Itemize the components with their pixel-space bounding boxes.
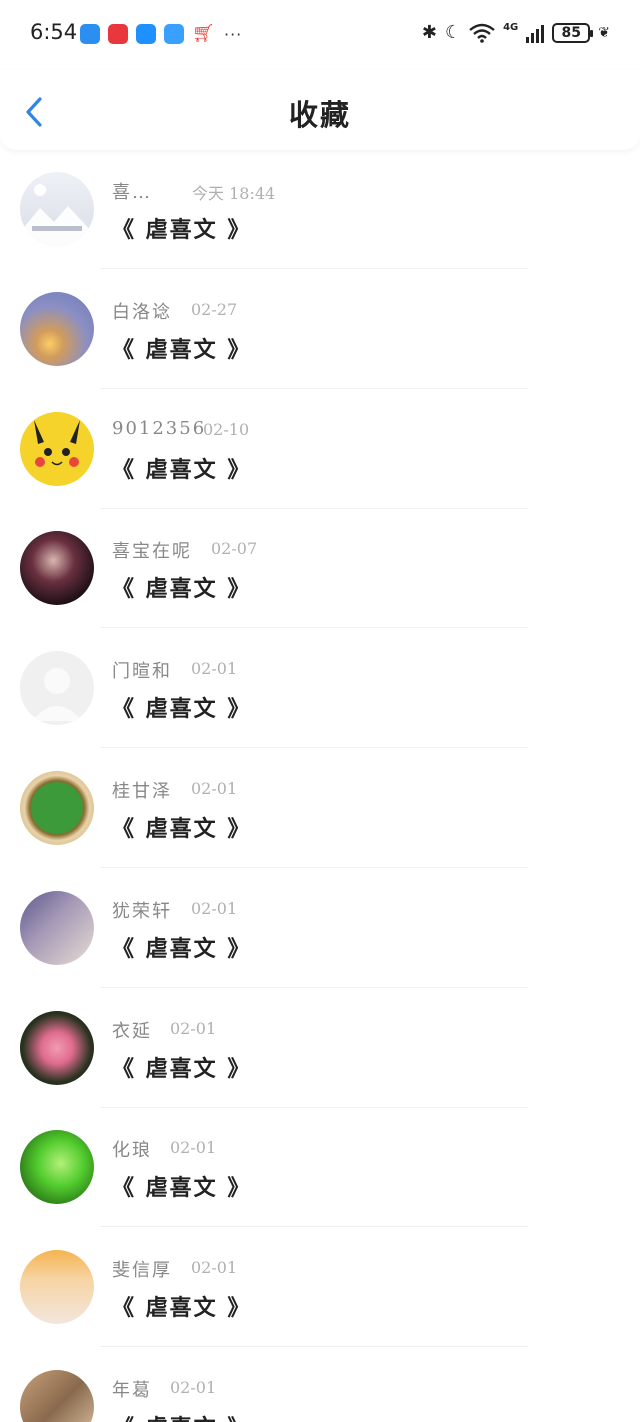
item-author: 衣延 — [112, 1020, 152, 1042]
moon-icon: ☾ — [444, 22, 462, 43]
avatar[interactable] — [20, 1369, 94, 1422]
weather-app-icon — [164, 24, 184, 44]
item-date: 02-01 — [191, 659, 238, 679]
wifi-icon — [469, 23, 495, 43]
avatar[interactable] — [20, 651, 94, 726]
item-author: 桂甘泽 — [112, 780, 172, 802]
status-bar: 6:54 🛒︎ ··· ✱ ☾ 4G 85 ❦ — [0, 0, 640, 70]
item-title: 《 虐喜文 》 — [112, 1055, 252, 1082]
avatar[interactable] — [20, 411, 94, 486]
shopping-app-icon — [108, 24, 128, 44]
list-item[interactable]: 桂甘泽 02-01 《 虐喜文 》 — [0, 749, 640, 869]
pikachu-icon — [34, 419, 80, 467]
signal-icon — [526, 23, 545, 43]
item-date: 02-01 — [170, 1018, 217, 1038]
item-title: 《 虐喜文 》 — [112, 815, 252, 842]
avatar[interactable] — [20, 291, 94, 366]
item-author: 喜宝在呢 — [112, 541, 192, 563]
avatar[interactable] — [20, 890, 94, 965]
item-author: 9012356 — [112, 417, 207, 439]
item-author: 喜… — [112, 182, 152, 203]
list-item[interactable]: 9012356 02-10 《 虐喜文 》 — [0, 390, 640, 510]
image-placeholder-icon — [20, 184, 94, 246]
list-item[interactable]: 喜宝在呢 02-07 《 虐喜文 》 — [0, 509, 640, 629]
list-item[interactable]: 衣延 02-01 《 虐喜文 》 — [0, 989, 640, 1109]
item-date: 02-10 — [203, 419, 250, 439]
avatar[interactable] — [20, 770, 94, 845]
item-author: 年葛 — [112, 1379, 152, 1401]
item-title: 《 虐喜文 》 — [112, 696, 252, 723]
message-app-icon — [136, 24, 156, 44]
network-type: 4G — [503, 21, 519, 33]
battery-icon: 85 — [552, 23, 594, 43]
item-author: 斐信厚 — [112, 1260, 172, 1282]
item-author: 犹荣轩 — [112, 900, 172, 922]
item-author: 化琅 — [112, 1140, 152, 1162]
item-title: 《 虐喜文 》 — [112, 336, 252, 363]
item-title: 《 虐喜文 》 — [112, 576, 252, 603]
item-title: 《 虐喜文 》 — [112, 217, 252, 243]
item-date: 02-27 — [191, 299, 238, 319]
list-item[interactable]: 门暄和 02-01 《 虐喜文 》 — [0, 629, 640, 749]
item-title: 《 虐喜文 》 — [112, 935, 252, 962]
status-time: 6:54 — [30, 20, 78, 44]
list-item[interactable]: 年葛 02-01 《 虐喜文 》 — [0, 1348, 640, 1422]
item-title: 《 虐喜文 》 — [112, 1295, 252, 1322]
item-author: 门暄和 — [112, 661, 172, 683]
item-title: 《 虐喜文 》 — [112, 1175, 252, 1202]
avatar[interactable] — [20, 1010, 94, 1085]
item-date: 02-01 — [191, 898, 238, 918]
avatar[interactable] — [20, 172, 94, 246]
system-status: ✱ ☾ 4G 85 ❦ — [422, 22, 610, 44]
item-date: 02-01 — [191, 1258, 238, 1278]
item-date: 今天 18:44 — [192, 184, 276, 203]
favorites-list: 喜… 今天 18:44 《 虐喜文 》 白洛谂 02-27 《 虐喜文 》 90… — [0, 150, 640, 1422]
item-title: 《 虐喜文 》 — [112, 456, 252, 483]
leaf-icon: ❦ — [598, 25, 610, 41]
avatar[interactable] — [20, 1250, 94, 1325]
list-item[interactable]: 化琅 02-01 《 虐喜文 》 — [0, 1108, 640, 1228]
avatar[interactable] — [20, 531, 94, 606]
item-date: 02-07 — [211, 539, 258, 559]
list-item[interactable]: 白洛谂 02-27 《 虐喜文 》 — [0, 270, 640, 390]
list-item[interactable]: 喜… 今天 18:44 《 虐喜文 》 — [0, 150, 640, 270]
header: 收藏 — [0, 70, 640, 150]
item-author: 白洛谂 — [112, 301, 172, 323]
item-date: 02-01 — [170, 1377, 217, 1397]
more-notifications-icon: ··· — [224, 24, 243, 44]
cloud-app-icon — [80, 24, 100, 44]
avatar[interactable] — [20, 1130, 94, 1205]
default-user-icon — [32, 668, 82, 722]
notification-icons: 🛒︎ ··· — [80, 24, 242, 44]
item-date: 02-01 — [170, 1138, 217, 1158]
bluetooth-icon: ✱ — [421, 22, 437, 43]
item-title: 《 虐喜文 》 — [112, 1410, 251, 1422]
page-title: 收藏 — [288, 98, 351, 132]
list-item[interactable]: 斐信厚 02-01 《 虐喜文 》 — [0, 1228, 640, 1348]
item-date: 02-01 — [191, 778, 238, 798]
list-item[interactable]: 犹荣轩 02-01 《 虐喜文 》 — [0, 869, 640, 989]
cart-icon: 🛒︎ — [192, 23, 215, 44]
